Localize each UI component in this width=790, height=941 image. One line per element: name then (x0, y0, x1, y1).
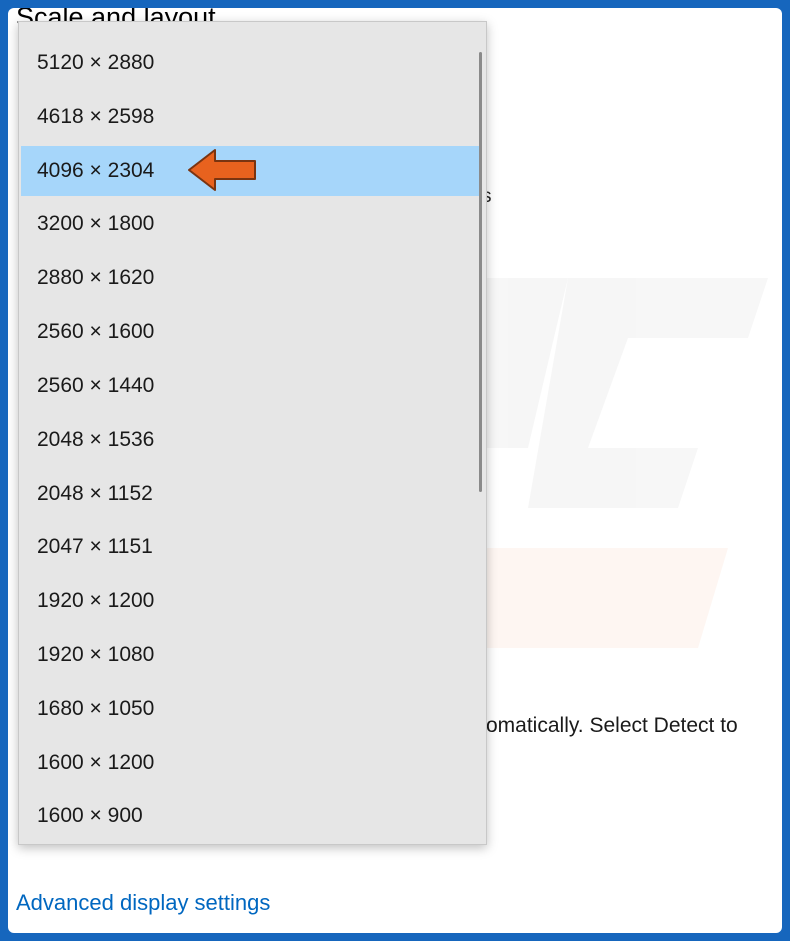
resolution-option[interactable]: 1920 × 1200 (21, 576, 479, 626)
resolution-option[interactable]: 2047 × 1151 (21, 522, 479, 572)
resolution-option[interactable]: 4618 × 2598 (21, 92, 479, 142)
resolution-option[interactable]: 5120 × 2880 (21, 38, 479, 88)
resolution-dropdown-list[interactable]: 5120 × 2880 4618 × 2598 4096 × 2304 3200… (18, 21, 487, 845)
resolution-option[interactable]: 2560 × 1600 (21, 307, 479, 357)
display-detect-description: omatically. Select Detect to (486, 714, 738, 737)
resolution-option[interactable]: 2048 × 1152 (21, 469, 479, 519)
resolution-option[interactable]: 1680 × 1050 (21, 684, 479, 734)
resolution-option[interactable]: 2048 × 1536 (21, 415, 479, 465)
resolution-option[interactable]: 2880 × 1620 (21, 253, 479, 303)
advanced-display-settings-link[interactable]: Advanced display settings (16, 890, 270, 916)
settings-window: Scale and layout s omatically. Select De… (8, 8, 782, 933)
left-arrow-icon (188, 149, 256, 191)
resolution-option[interactable]: 1600 × 1200 (21, 738, 479, 788)
resolution-option[interactable]: 1600 × 900 (21, 791, 479, 841)
resolution-option[interactable]: 1920 × 1080 (21, 630, 479, 680)
resolution-option[interactable]: 3200 × 1800 (21, 199, 479, 249)
dropdown-scrollbar[interactable] (479, 52, 482, 492)
resolution-option[interactable]: 2560 × 1440 (21, 361, 479, 411)
